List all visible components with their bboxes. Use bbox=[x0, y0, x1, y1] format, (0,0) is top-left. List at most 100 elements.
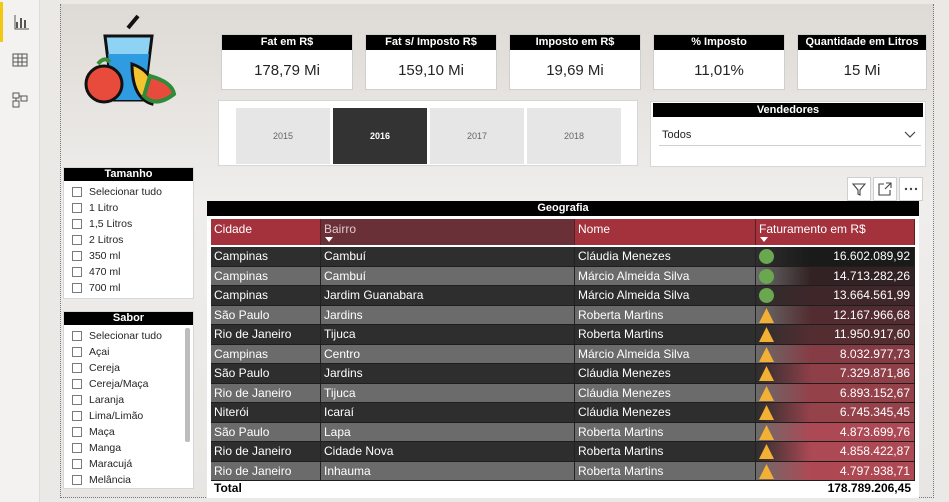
option-label: 470 ml bbox=[89, 266, 121, 278]
tamanho-option[interactable]: Selecionar tudo bbox=[64, 184, 193, 200]
sabor-option[interactable]: Manga bbox=[64, 440, 193, 456]
cell-bairro: Cidade Nova bbox=[321, 442, 575, 461]
table-row[interactable]: Campinas Cambuí Márcio Almeida Silva 14.713… bbox=[211, 266, 915, 286]
sabor-option[interactable]: Maracujá bbox=[64, 456, 193, 472]
cell-nome: Cláudia Menezes bbox=[575, 364, 756, 383]
table-row[interactable]: Campinas Cambuí Cláudia Menezes 16.602.089,… bbox=[211, 247, 915, 267]
cell-faturamento: 14.713.282,26 bbox=[756, 266, 915, 285]
cell-cidade: Campinas bbox=[211, 286, 321, 305]
cell-cidade: São Paulo bbox=[211, 422, 321, 441]
total-label: Total bbox=[214, 481, 242, 495]
table-row[interactable]: Rio de Janeiro Inhauma Roberta Martins 4.79… bbox=[211, 461, 915, 481]
checkbox[interactable] bbox=[72, 187, 82, 197]
table-row[interactable]: São Paulo Jardins Cláudia Menezes 7.329.871… bbox=[211, 364, 915, 384]
header-faturamento[interactable]: Faturamento em R$ bbox=[756, 219, 915, 245]
cell-cidade: Rio de Janeiro bbox=[211, 383, 321, 402]
kpi-card-fat[interactable]: Fat em R$ 178,79 Mi bbox=[221, 34, 353, 90]
sabor-option[interactable]: Selecionar tudo bbox=[64, 328, 193, 344]
cell-nome: Roberta Martins bbox=[575, 442, 756, 461]
status-triangle-icon bbox=[759, 366, 774, 381]
header-bairro[interactable]: Bairro bbox=[321, 219, 575, 245]
sabor-option[interactable]: Cereja/Maça bbox=[64, 376, 193, 392]
checkbox[interactable] bbox=[72, 331, 82, 341]
sabor-option[interactable]: Lima/Limão bbox=[64, 408, 193, 424]
checkbox[interactable] bbox=[72, 411, 82, 421]
faturamento-value: 4.858.422,87 bbox=[839, 444, 910, 458]
checkbox[interactable] bbox=[72, 443, 82, 453]
checkbox[interactable] bbox=[72, 395, 82, 405]
cell-cidade: Rio de Janeiro bbox=[211, 325, 321, 344]
kpi-value: 19,69 Mi bbox=[546, 62, 604, 79]
checkbox[interactable] bbox=[72, 235, 82, 245]
year-tile-2016[interactable]: 2016 bbox=[333, 108, 427, 164]
table-row[interactable]: Rio de Janeiro Tijuca Roberta Martins 11.95… bbox=[211, 325, 915, 345]
sabor-option[interactable]: Laranja bbox=[64, 392, 193, 408]
cell-cidade: São Paulo bbox=[211, 305, 321, 324]
cell-faturamento: 7.329.871,86 bbox=[756, 364, 915, 383]
tamanho-option[interactable]: 350 ml bbox=[64, 248, 193, 264]
table-row[interactable]: Campinas Centro Márcio Almeida Silva 8.032.… bbox=[211, 344, 915, 364]
checkbox[interactable] bbox=[72, 251, 82, 261]
kpi-value: 159,10 Mi bbox=[398, 62, 464, 79]
cell-nome: Cláudia Menezes bbox=[575, 383, 756, 402]
focus-mode-button[interactable] bbox=[873, 177, 897, 201]
year-tile-2015[interactable]: 2015 bbox=[236, 108, 330, 164]
tamanho-option[interactable]: 1,5 Litros bbox=[64, 216, 193, 232]
more-options-icon bbox=[904, 187, 918, 191]
faturamento-value: 16.602.089,92 bbox=[833, 249, 910, 263]
scrollbar[interactable] bbox=[185, 328, 190, 442]
table-row[interactable]: Rio de Janeiro Tijuca Cláudia Menezes 6.893… bbox=[211, 383, 915, 403]
tamanho-option[interactable]: 1 Litro bbox=[64, 200, 193, 216]
vendedores-dropdown[interactable]: Todos bbox=[659, 124, 921, 146]
table-row[interactable]: Niterói Icaraí Cláudia Menezes 6.745.345,45 bbox=[211, 403, 915, 423]
sabor-title: Sabor bbox=[64, 312, 193, 325]
table-row[interactable]: São Paulo Lapa Roberta Martins 4.873.699,76 bbox=[211, 422, 915, 442]
kpi-card-fat-sem-imposto[interactable]: Fat s/ Imposto R$ 159,10 Mi bbox=[365, 34, 497, 90]
cell-bairro: Centro bbox=[321, 344, 575, 363]
more-options-button[interactable] bbox=[899, 177, 923, 201]
checkbox[interactable] bbox=[72, 283, 82, 293]
table-title: Geografia bbox=[207, 201, 919, 216]
table-row[interactable]: Campinas Jardim Guanabara Márcio Almeida S… bbox=[211, 286, 915, 306]
tamanho-option[interactable]: 2 Litros bbox=[64, 232, 193, 248]
kpi-card-imposto[interactable]: Imposto em R$ 19,69 Mi bbox=[509, 34, 641, 90]
cell-faturamento: 6.745.345,45 bbox=[756, 403, 915, 422]
checkbox[interactable] bbox=[72, 379, 82, 389]
checkbox[interactable] bbox=[72, 475, 82, 485]
tamanho-option[interactable]: 700 ml bbox=[64, 280, 193, 296]
checkbox[interactable] bbox=[72, 347, 82, 357]
checkbox[interactable] bbox=[72, 267, 82, 277]
cell-cidade: São Paulo bbox=[211, 364, 321, 383]
kpi-card-quantidade[interactable]: Quantidade em Litros 15 Mi bbox=[797, 34, 927, 90]
status-triangle-icon bbox=[759, 444, 774, 459]
report-view-button[interactable] bbox=[0, 2, 40, 42]
table-row[interactable]: Rio de Janeiro Cidade Nova Roberta Martins… bbox=[211, 442, 915, 462]
header-label: Cidade bbox=[214, 222, 253, 236]
checkbox[interactable] bbox=[72, 459, 82, 469]
table-row[interactable]: São Paulo Jardins Roberta Martins 12.167.96… bbox=[211, 305, 915, 325]
checkbox[interactable] bbox=[72, 363, 82, 373]
checkbox[interactable] bbox=[72, 427, 82, 437]
data-view-button[interactable] bbox=[0, 40, 40, 80]
cell-bairro: Jardim Guanabara bbox=[321, 286, 575, 305]
model-view-button[interactable] bbox=[0, 80, 40, 120]
sabor-option[interactable]: Melância bbox=[64, 472, 193, 488]
tamanho-option[interactable]: 470 ml bbox=[64, 264, 193, 280]
filter-button[interactable] bbox=[847, 177, 871, 201]
year-tile-2017[interactable]: 2017 bbox=[430, 108, 524, 164]
sabor-option[interactable]: Cereja bbox=[64, 360, 193, 376]
header-nome[interactable]: Nome bbox=[575, 219, 756, 245]
option-label: Melância bbox=[89, 474, 132, 486]
checkbox[interactable] bbox=[72, 203, 82, 213]
cell-nome: Roberta Martins bbox=[575, 422, 756, 441]
sabor-option[interactable]: Maça bbox=[64, 424, 193, 440]
checkbox[interactable] bbox=[72, 219, 82, 229]
header-cidade[interactable]: Cidade bbox=[211, 219, 321, 245]
kpi-card-percent-imposto[interactable]: % Imposto 11,01% bbox=[653, 34, 785, 90]
vendedores-slicer: Vendedores Todos bbox=[650, 101, 926, 167]
status-triangle-icon bbox=[759, 463, 774, 479]
sabor-option[interactable]: Açai bbox=[64, 344, 193, 360]
year-tile-2018[interactable]: 2018 bbox=[527, 108, 621, 164]
status-triangle-icon bbox=[759, 327, 774, 342]
table-header: Cidade Bairro Nome Faturamento em R$ bbox=[211, 219, 915, 245]
